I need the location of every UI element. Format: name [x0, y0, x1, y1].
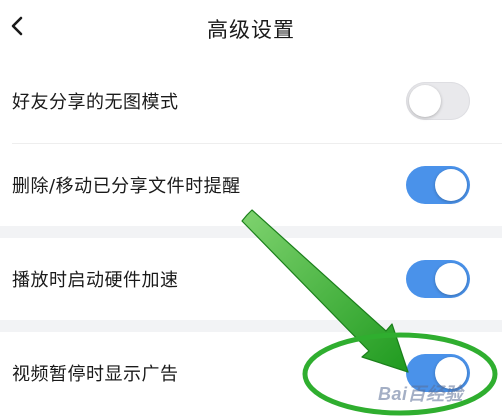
- toggle-knob: [435, 263, 467, 295]
- hardware-acceleration-toggle[interactable]: [406, 260, 470, 298]
- watermark: Bai百经验: [378, 384, 464, 404]
- section-gap: [0, 320, 502, 332]
- advanced-settings-screen: 高级设置 好友分享的无图模式 删除/移动已分享文件时提醒 播放时启动硬件加速 视…: [0, 0, 502, 420]
- setting-label: 播放时启动硬件加速: [12, 270, 179, 291]
- setting-label: 好友分享的无图模式: [12, 92, 179, 113]
- no-image-mode-toggle[interactable]: [406, 82, 470, 120]
- title-bar: 高级设置: [0, 0, 502, 56]
- delete-move-reminder-toggle[interactable]: [406, 166, 470, 204]
- section-gap: [0, 226, 502, 238]
- setting-row-no-image-mode[interactable]: 好友分享的无图模式: [0, 60, 502, 142]
- toggle-knob: [409, 85, 441, 117]
- setting-label: 视频暂停时显示广告: [12, 364, 179, 385]
- setting-row-hardware-acceleration[interactable]: 播放时启动硬件加速: [0, 238, 502, 320]
- toggle-knob: [435, 169, 467, 201]
- setting-row-delete-move-reminder[interactable]: 删除/移动已分享文件时提醒: [0, 144, 502, 226]
- setting-label: 删除/移动已分享文件时提醒: [12, 176, 241, 197]
- page-title: 高级设置: [207, 18, 295, 42]
